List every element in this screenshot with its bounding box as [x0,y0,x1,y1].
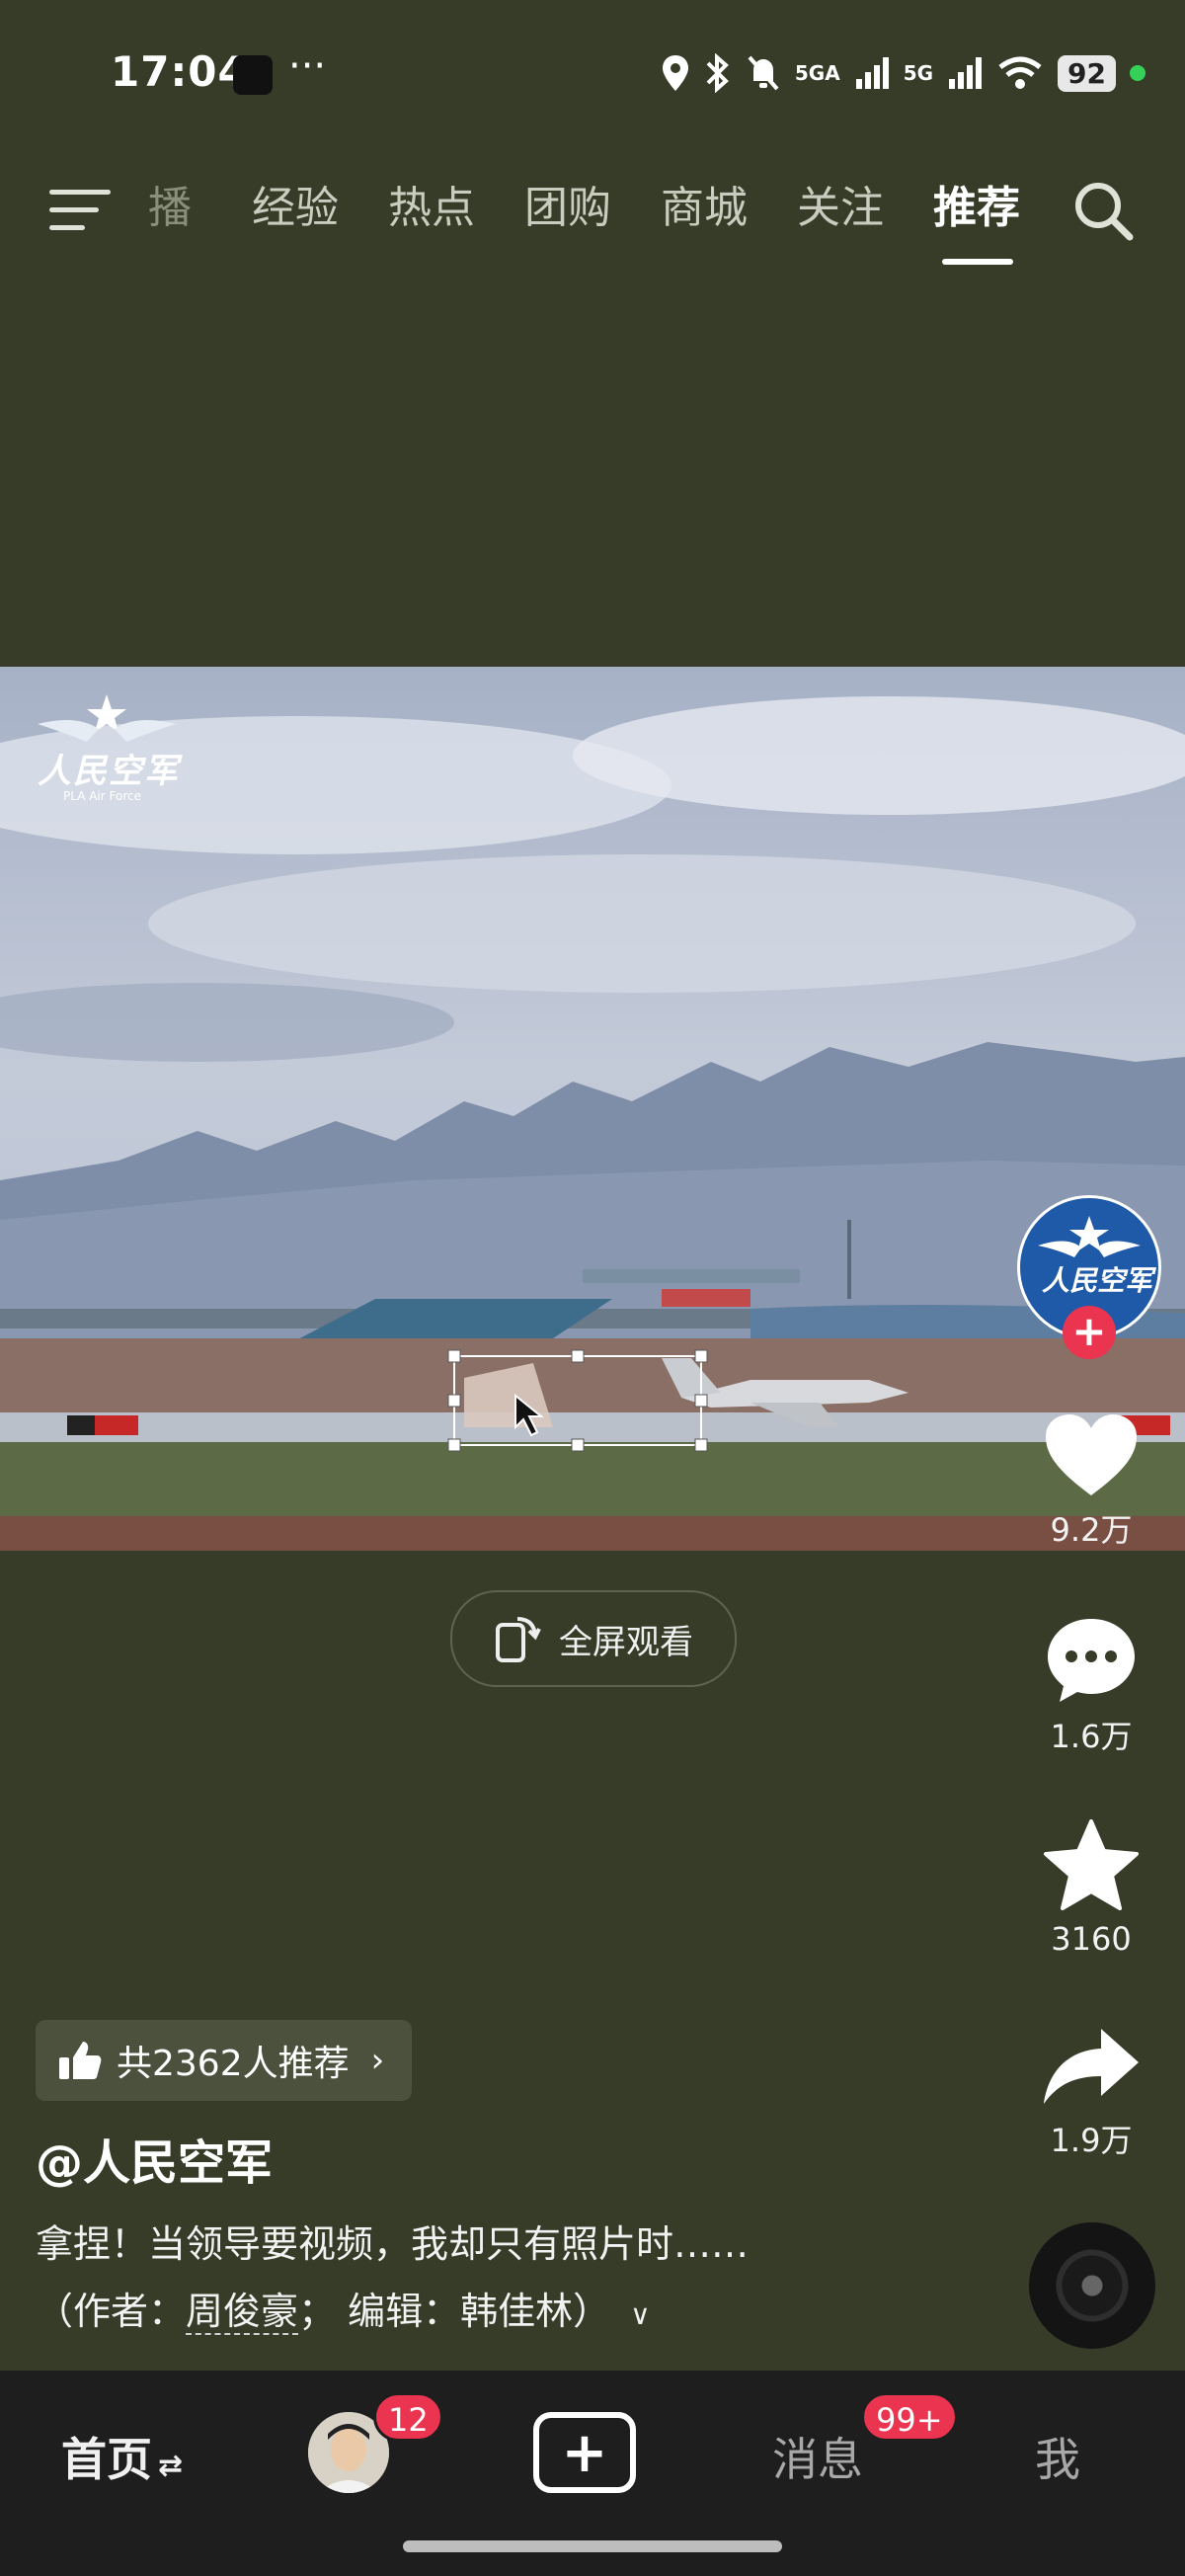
tab-live[interactable]: 播 [148,174,227,243]
home-indicator[interactable] [403,2540,782,2552]
tab-home[interactable]: 首页 ⇄ [61,2424,183,2489]
signal-icon-2 [949,57,983,89]
network-5ga-label: 5GA [794,61,840,85]
share-action[interactable]: 1.9万 [1017,2025,1165,2161]
music-disc-icon[interactable] [1029,2222,1155,2349]
search-icon[interactable] [1068,176,1138,245]
like-count: 9.2万 [1050,1511,1133,1549]
author-name[interactable]: @人民空军 [36,2124,273,2193]
expand-chevron-down-icon[interactable]: ∨ [630,2282,651,2349]
mute-bell-icon [748,55,779,91]
wifi-icon [998,56,1042,89]
recommend-pill[interactable]: 共2362人推荐 › [36,2020,413,2101]
app-notification-icon [233,55,273,95]
heart-icon [1046,1414,1137,1495]
tab-experience[interactable]: 经验 [227,174,363,243]
swap-arrows-icon: ⇄ [158,2449,184,2483]
network-5g-label: 5G [903,61,934,85]
top-navigation: 播 经验 热点 团购 商城 关注 推荐 [0,158,1185,265]
tab-hot[interactable]: 热点 [363,174,500,243]
status-icons: 5GA 5G 92 [661,43,1146,103]
bottom-tab-bar: 首页 ⇄ 12 + 消息 99+ 我 [0,2371,1185,2576]
comment-icon [1048,1619,1135,1702]
share-arrow-icon [1044,2029,1139,2104]
signal-icon [855,57,889,89]
tab-group-buy[interactable]: 团购 [500,174,636,243]
comment-count: 1.6万 [1050,1718,1133,1755]
create-button[interactable]: + [533,2412,636,2493]
chevron-right-icon: › [370,2041,385,2080]
favorite-action[interactable]: 3160 [1017,1819,1165,1958]
tab-home-label: 首页 [61,2433,152,2486]
video-frame [0,667,1185,1551]
fullscreen-label: 全屏观看 [559,1622,693,1662]
menu-icon[interactable] [49,188,111,233]
messages-badge: 99+ [861,2392,958,2442]
watermark-subtitle: PLA Air Force [63,789,141,803]
status-time: 17:04 [111,47,248,96]
status-bar: 17:04 ··· 5GA 5G 92 [0,0,1185,148]
privacy-indicator-dot [1130,65,1146,81]
nav-tabs: 播 经验 热点 团购 商城 关注 推荐 [148,174,1045,265]
tab-recommend[interactable]: 推荐 [908,174,1045,265]
caption-author-prefix: （作者： [36,2290,187,2333]
avatar-text: 人民空军 [1042,1264,1153,1297]
tab-following[interactable]: 关注 [772,174,908,243]
video-player[interactable]: 人民空军 PLA Air Force [0,667,1185,1551]
more-notifications-icon: ··· [288,43,327,89]
tab-mall[interactable]: 商城 [636,174,772,243]
thumbs-up-icon [59,2042,102,2079]
caption-line-1: 拿捏！当领导要视频，我却只有照片时…… [36,2222,750,2266]
location-icon [662,55,688,91]
recommend-count-text: 共2362人推荐 [117,2044,350,2084]
tab-messages[interactable]: 消息 [772,2424,863,2489]
comment-action[interactable]: 1.6万 [1017,1615,1165,1757]
watermark-text: 人民空军 [38,752,180,791]
fullscreen-button[interactable]: 全屏观看 [450,1590,737,1687]
star-icon [1044,1819,1139,1910]
battery-indicator: 92 [1058,54,1116,92]
rotate-fullscreen-icon [496,1617,541,1662]
caption-line-2: （作者：周俊豪； 编辑：韩佳林） ∨ [36,2278,944,2349]
caption-author-link[interactable]: 周俊豪 [186,2290,299,2335]
tab-me[interactable]: 我 [1035,2424,1080,2489]
video-caption[interactable]: 拿捏！当领导要视频，我却只有照片时…… （作者：周俊豪； 编辑：韩佳林） ∨ [36,2211,944,2349]
follow-button[interactable]: + [1063,1306,1116,1359]
author-avatar[interactable]: 人民空军 + [1017,1195,1161,1359]
like-action[interactable]: 9.2万 [1017,1412,1165,1551]
friends-badge: 12 [373,2392,443,2442]
favorite-count: 3160 [1051,1920,1132,1958]
share-count: 1.9万 [1050,2122,1133,2159]
caption-editor-text: ； 编辑：韩佳林） [298,2290,611,2333]
bluetooth-icon [706,53,729,93]
